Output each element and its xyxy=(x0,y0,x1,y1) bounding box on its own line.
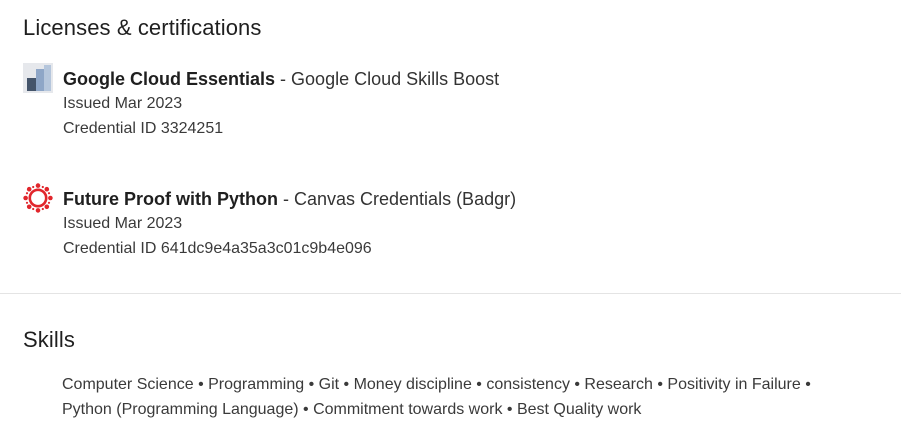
certification-heading: Google Cloud Essentials - Google Cloud S… xyxy=(63,67,883,91)
certification-name[interactable]: Future Proof with Python xyxy=(63,189,278,209)
skills-section: Skills Computer Science • Programming • … xyxy=(0,294,901,438)
skills-line: Python (Programming Language) • Commitme… xyxy=(62,401,642,418)
certification-issued-date: Issued Mar 2023 xyxy=(63,215,183,232)
google-cloud-skills-boost-logo-icon xyxy=(23,63,53,93)
certification-name[interactable]: Google Cloud Essentials xyxy=(63,69,275,89)
licenses-section: Licenses & certifications Google Cloud E… xyxy=(0,0,901,293)
certification-credential-id: Credential ID 3324251 xyxy=(63,120,224,137)
certification-separator: - xyxy=(277,189,294,209)
certification-issued-date: Issued Mar 2023 xyxy=(63,95,183,112)
certification-separator: - xyxy=(275,69,292,89)
certification-issuer: Canvas Credentials (Badgr) xyxy=(293,189,517,209)
skills-section-title: Skills xyxy=(23,327,75,352)
canvas-credentials-logo-icon xyxy=(23,183,53,213)
skills-list: Computer Science • Programming • Git • M… xyxy=(62,372,892,422)
certification-heading: Future Proof with Python - Canvas Creden… xyxy=(63,187,883,211)
licenses-section-title: Licenses & certifications xyxy=(23,15,262,40)
skills-line: Computer Science • Programming • Git • M… xyxy=(62,376,811,393)
certification-credential-id: Credential ID 641dc9e4a35a3c01c9b4e096 xyxy=(63,240,372,257)
certification-issuer: Google Cloud Skills Boost xyxy=(291,69,500,89)
